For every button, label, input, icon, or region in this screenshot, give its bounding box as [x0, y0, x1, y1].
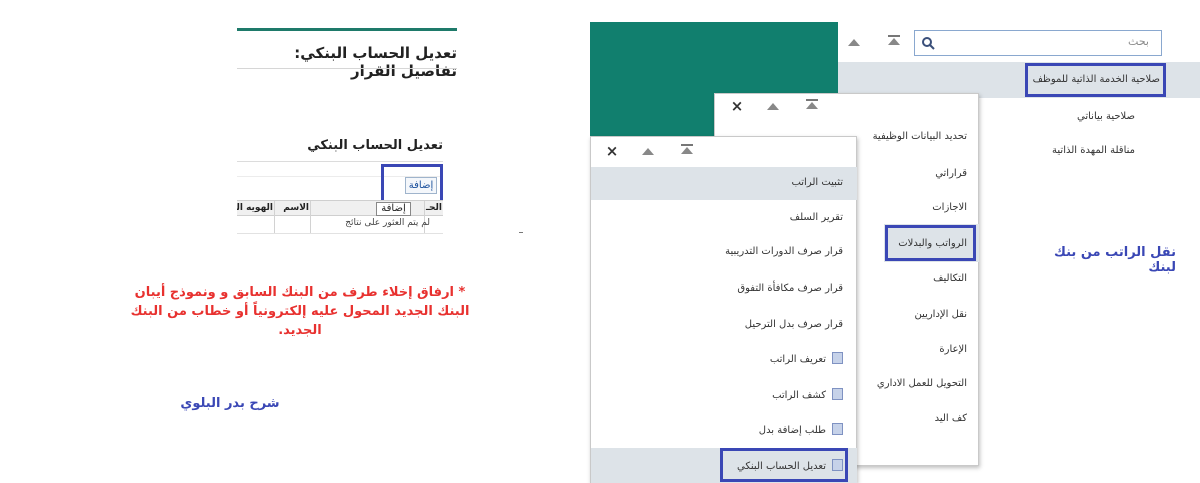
- menu-item-salary-definition[interactable]: تعريف الراتب: [593, 352, 843, 365]
- move-up-icon[interactable]: [846, 37, 862, 47]
- search-icon[interactable]: [921, 36, 935, 50]
- close-icon[interactable]: ×: [605, 144, 619, 159]
- move-up-icon[interactable]: [765, 101, 781, 111]
- move-up-icon[interactable]: [640, 146, 656, 156]
- column-header-national-id[interactable]: الهويه الو: [237, 201, 273, 215]
- move-to-top-icon[interactable]: [679, 144, 695, 158]
- section-divider: [237, 161, 443, 162]
- add-tooltip: إضافة: [376, 202, 411, 216]
- menu-item-highlight: [1025, 63, 1166, 97]
- title-divider: [237, 68, 457, 69]
- menu-item-salary-fixing[interactable]: تثبيت الراتب: [593, 177, 843, 188]
- salary-transfer-caption: نقل الراتب من بنك لبنك: [1054, 245, 1176, 275]
- menu-item-add-allowance[interactable]: طلب إضافة بدل: [593, 423, 843, 436]
- section-title: تعديل الحساب البنكي: [307, 138, 443, 153]
- column-header-name[interactable]: الاسم: [275, 201, 309, 215]
- move-to-top-icon[interactable]: [886, 35, 902, 49]
- author-credit: شرح بدر البلوي: [180, 396, 280, 411]
- move-to-top-icon[interactable]: [804, 99, 820, 113]
- add-button-highlight: [381, 164, 443, 204]
- close-icon[interactable]: ×: [730, 99, 744, 114]
- divider-mark: [519, 232, 523, 233]
- page-top-rule: [237, 28, 457, 31]
- menu-item-highlight: [885, 225, 976, 261]
- page-title: تعديل الحساب البنكي: تفاصيل القرار: [294, 44, 457, 80]
- attachment-note: * ارفاق إخلاء طرف من البنك السابق و ونمو…: [130, 285, 470, 338]
- menu-item-label: تعريف الراتب: [769, 354, 826, 365]
- menu-item-highlight: [720, 448, 848, 482]
- document-icon: [832, 388, 843, 400]
- menu-item-excellence-bonus[interactable]: قرار صرف مكافأة التفوق: [593, 283, 843, 294]
- menu-item-relocation-allowance[interactable]: قرار صرف بدل الترحيل: [593, 319, 843, 330]
- menu-item-label: طلب إضافة بدل: [758, 425, 826, 436]
- menu-item-my-data[interactable]: صلاحية بياناتي: [975, 111, 1135, 122]
- table-bottom-divider: [237, 233, 443, 234]
- document-icon: [832, 423, 843, 435]
- search-input[interactable]: بحث: [914, 30, 1162, 56]
- menu-item-salary-statement[interactable]: كشف الراتب: [593, 388, 843, 401]
- search-placeholder: بحث: [1128, 35, 1149, 48]
- menu-item-training-payment[interactable]: قرار صرف الدورات التدريبية: [593, 246, 843, 257]
- column-header-account[interactable]: الحـ: [425, 201, 442, 215]
- no-results-message: لم يتم العثور على نتائج: [345, 218, 430, 228]
- menu-item-advances-report[interactable]: تقرير السلف: [593, 212, 843, 223]
- document-icon: [832, 352, 843, 364]
- menu-item-label: كشف الراتب: [772, 390, 826, 401]
- menu-item-custody-transfer[interactable]: مناقلة المهدة الذاتية: [975, 145, 1135, 156]
- results-table-header: الهويه الو الاسم الحـ: [237, 200, 443, 234]
